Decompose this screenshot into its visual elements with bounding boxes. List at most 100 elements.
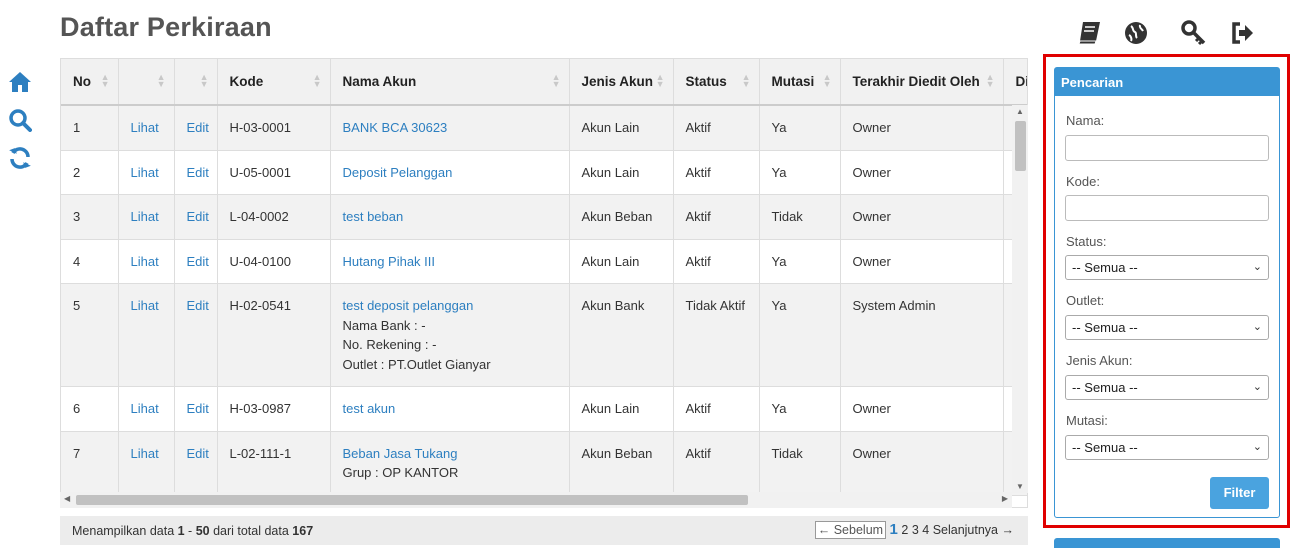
- account-name-link[interactable]: Deposit Pelanggan: [343, 165, 453, 180]
- account-name-link[interactable]: Hutang Pihak III: [343, 254, 436, 269]
- cell-no: 7: [61, 431, 119, 496]
- next-page-link[interactable]: Selanjutnya →: [933, 523, 1014, 537]
- view-link[interactable]: Lihat: [131, 254, 159, 269]
- col-header-status[interactable]: Status ▲ ▼: [673, 59, 760, 106]
- horizontal-scroll-thumb[interactable]: [76, 495, 748, 505]
- chevron-down-icon: ⌄: [1252, 261, 1262, 273]
- page-title: Daftar Perkiraan: [60, 12, 272, 42]
- cell-no: 4: [61, 239, 119, 284]
- cell-status: Tidak Aktif: [673, 283, 760, 387]
- cell-mutasi: Ya: [759, 283, 841, 387]
- sign-out-icon[interactable]: [1230, 20, 1256, 46]
- col-header-view[interactable]: ▲ ▼: [118, 59, 175, 106]
- col-header-mutasi[interactable]: Mutasi ▲ ▼: [759, 59, 841, 106]
- key-icon[interactable]: [1181, 20, 1207, 46]
- cell-no: 3: [61, 194, 119, 240]
- col-header-dil[interactable]: Dil: [1003, 59, 1027, 106]
- vertical-scrollbar[interactable]: ▲ ▼: [1012, 105, 1028, 493]
- scroll-up-arrow-icon[interactable]: ▲: [1016, 107, 1024, 116]
- view-link[interactable]: Lihat: [131, 401, 159, 416]
- edit-link[interactable]: Edit: [187, 401, 209, 416]
- col-header-edit[interactable]: ▲ ▼: [174, 59, 218, 106]
- refresh-icon[interactable]: [8, 146, 32, 170]
- cell-edit: Edit: [174, 105, 218, 151]
- cell-nama-akun: test akun: [330, 386, 570, 432]
- cell-jenis-akun: Akun Beban: [569, 431, 674, 496]
- mutasi-label: Mutasi:: [1066, 413, 1108, 428]
- cell-status: Aktif: [673, 386, 760, 432]
- account-name-link[interactable]: test akun: [343, 401, 396, 416]
- edit-link[interactable]: Edit: [187, 254, 209, 269]
- outlet-select[interactable]: -- Semua -- ⌄: [1065, 315, 1269, 340]
- cell-kode: H-02-0541: [217, 283, 331, 387]
- account-detail: No. Rekening : -: [342, 337, 437, 352]
- col-header-jenis-akun[interactable]: Jenis Akun ▲ ▼: [569, 59, 674, 106]
- view-link[interactable]: Lihat: [131, 209, 159, 224]
- page-link[interactable]: 3: [912, 523, 919, 537]
- col-header-nama-akun[interactable]: Nama Akun ▲ ▼: [330, 59, 570, 106]
- view-link[interactable]: Lihat: [131, 446, 159, 461]
- filter-button[interactable]: Filter: [1210, 477, 1269, 509]
- table-row: 6 Lihat Edit H-03-0987 test akun Akun Lain Akt…: [61, 386, 1027, 432]
- mutasi-select[interactable]: -- Semua -- ⌄: [1065, 435, 1269, 460]
- page-link-current[interactable]: 1: [890, 521, 898, 538]
- account-detail: Nama Bank : -: [342, 317, 426, 333]
- page-link[interactable]: 2: [901, 523, 908, 537]
- cell-jenis-akun: Akun Bank: [569, 283, 674, 387]
- view-link[interactable]: Lihat: [131, 120, 159, 135]
- cell-view: Lihat: [118, 105, 175, 151]
- sort-icon: ▲ ▼: [741, 72, 751, 89]
- globe-icon[interactable]: [1123, 20, 1149, 46]
- edit-link[interactable]: Edit: [187, 165, 209, 180]
- record-count-info: Menampilkan data 1 - 50 dari total data …: [72, 524, 314, 538]
- cell-jenis-akun: Akun Lain: [569, 386, 674, 432]
- search-panel: Pencarian Nama: Kode: Status: -- Semua -…: [1054, 67, 1280, 518]
- jenis-akun-select[interactable]: -- Semua -- ⌄: [1065, 375, 1269, 400]
- cell-kode: H-03-0987: [217, 386, 331, 432]
- scroll-right-arrow-icon[interactable]: ▶: [1002, 494, 1008, 503]
- cell-nama-akun: test deposit pelanggan Nama Bank : - No. R…: [330, 283, 570, 387]
- search-icon[interactable]: [8, 108, 32, 132]
- col-header-terakhir-diedit[interactable]: Terakhir Diedit Oleh ▲ ▼: [840, 59, 1004, 106]
- view-link[interactable]: Lihat: [131, 165, 159, 180]
- cell-view: Lihat: [118, 239, 175, 284]
- col-header-kode[interactable]: Kode ▲ ▼: [217, 59, 331, 106]
- view-link[interactable]: Lihat: [131, 298, 159, 313]
- account-name-link[interactable]: test deposit pelanggan: [343, 298, 474, 313]
- sort-icon: ▲ ▼: [156, 72, 166, 89]
- scroll-down-arrow-icon[interactable]: ▼: [1016, 482, 1024, 491]
- vertical-scroll-thumb[interactable]: [1015, 121, 1026, 171]
- cell-mutasi: Ya: [759, 239, 841, 284]
- cell-view: Lihat: [118, 386, 175, 432]
- horizontal-scrollbar[interactable]: ◀ ▶: [60, 492, 1012, 508]
- kode-label: Kode:: [1066, 174, 1100, 189]
- cell-jenis-akun: Akun Lain: [569, 150, 674, 195]
- book-icon[interactable]: [1076, 20, 1102, 46]
- account-name-link[interactable]: Beban Jasa Tukang: [343, 446, 458, 461]
- edit-link[interactable]: Edit: [187, 209, 209, 224]
- cell-edit: Edit: [174, 150, 218, 195]
- nama-input[interactable]: [1065, 135, 1269, 161]
- home-icon[interactable]: [8, 70, 32, 94]
- sort-icon: ▲ ▼: [985, 72, 995, 89]
- account-name-link[interactable]: BANK BCA 30623: [343, 120, 448, 135]
- cell-status: Aktif: [673, 239, 760, 284]
- table-header-row: No ▲ ▼ ▲ ▼ ▲ ▼ Kode ▲ ▼ Nama Akun ▲ ▼ Jenis Akun…: [61, 59, 1027, 106]
- kode-input[interactable]: [1065, 195, 1269, 221]
- account-name-link[interactable]: test beban: [343, 209, 404, 224]
- col-header-no[interactable]: No ▲ ▼: [61, 59, 119, 106]
- table-row: 2 Lihat Edit U-05-0001 Deposit Pelanggan Akun…: [61, 150, 1027, 195]
- cell-edit: Edit: [174, 431, 218, 496]
- sort-icon: ▲ ▼: [312, 72, 322, 89]
- edit-link[interactable]: Edit: [187, 298, 209, 313]
- cell-no: 6: [61, 386, 119, 432]
- prev-page-button[interactable]: ← Sebelum: [814, 521, 887, 539]
- cell-edit: Edit: [174, 386, 218, 432]
- status-select[interactable]: -- Semua -- ⌄: [1065, 255, 1269, 280]
- table-row: 3 Lihat Edit L-04-0002 test beban Akun Beban A…: [61, 194, 1027, 240]
- edit-link[interactable]: Edit: [187, 446, 209, 461]
- cell-edit: Edit: [174, 283, 218, 387]
- scroll-left-arrow-icon[interactable]: ◀: [64, 494, 70, 503]
- edit-link[interactable]: Edit: [187, 120, 209, 135]
- page-link[interactable]: 4: [922, 523, 929, 537]
